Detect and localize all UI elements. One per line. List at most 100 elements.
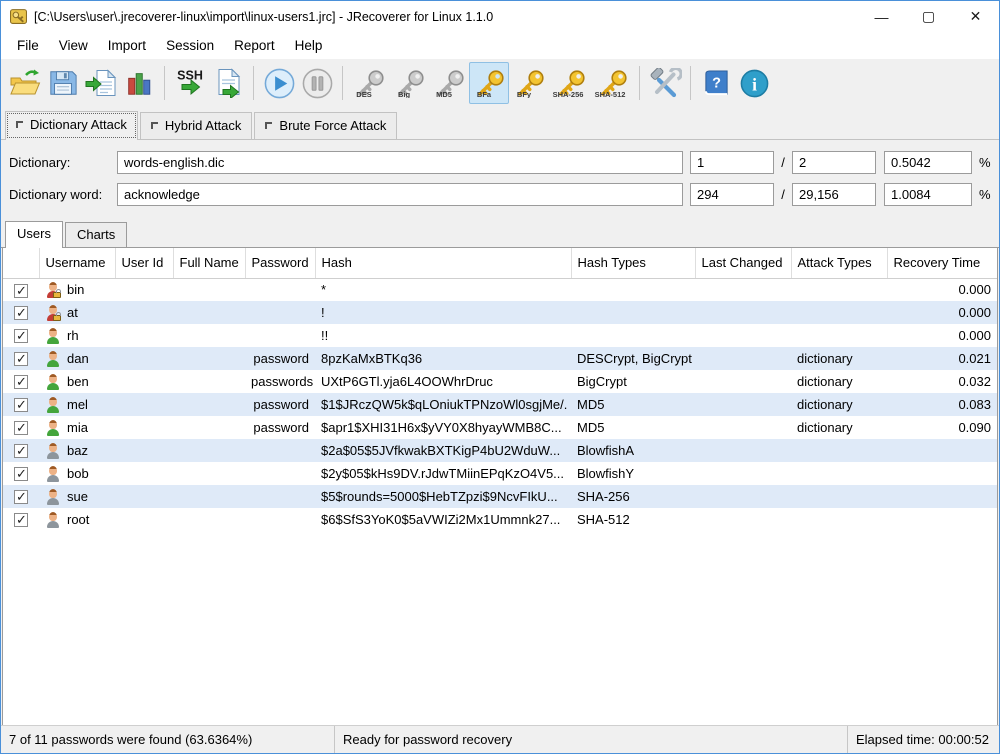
table-row[interactable]: mia password $apr1$XHI31H6x$yVY0X8hyayWM… xyxy=(3,416,997,439)
column-user-id[interactable]: User Id xyxy=(115,248,173,278)
tab-dictionary-attack[interactable]: Dictionary Attack xyxy=(5,111,138,140)
dictionary-total-field[interactable]: 2 xyxy=(792,151,876,174)
pause-recovery-button[interactable] xyxy=(298,62,336,104)
recovery-time: 0.000 xyxy=(887,324,997,347)
table-row[interactable]: bin * 0.000 xyxy=(3,278,997,301)
hash-key-big-button[interactable]: Big xyxy=(389,62,429,104)
maximize-button[interactable]: ▢ xyxy=(905,1,952,32)
dictionary-current-field[interactable]: 1 xyxy=(690,151,774,174)
word-total-field[interactable]: 29,156 xyxy=(792,183,876,206)
row-checkbox[interactable] xyxy=(14,352,28,366)
help-button[interactable]: ? xyxy=(697,62,735,104)
hash-key-md5-button[interactable]: MD5 xyxy=(429,62,469,104)
row-checkbox[interactable] xyxy=(14,421,28,435)
save-session-button[interactable] xyxy=(44,62,82,104)
table-row[interactable]: dan password 8pzKaMxBTKq36 DESCrypt, Big… xyxy=(3,347,997,370)
row-checkbox[interactable] xyxy=(14,375,28,389)
table-row[interactable]: at ! 0.000 xyxy=(3,301,997,324)
table-row[interactable]: mel password $1$JRczQW5k$qLOniukTPNzoWl0… xyxy=(3,393,997,416)
username: baz xyxy=(67,443,88,458)
tab-charts[interactable]: Charts xyxy=(65,222,127,247)
about-button[interactable]: i xyxy=(735,62,773,104)
play-icon xyxy=(263,67,296,100)
row-checkbox[interactable] xyxy=(14,467,28,481)
dictionary-word-field[interactable]: acknowledge xyxy=(117,183,683,206)
word-current-field[interactable]: 294 xyxy=(690,183,774,206)
column-password[interactable]: Password xyxy=(245,248,315,278)
row-checkbox[interactable] xyxy=(14,444,28,458)
tab-checkbox-icon[interactable] xyxy=(151,122,158,129)
table-row[interactable]: sue $5$rounds=5000$HebTZpzi$9NcvFIkU... … xyxy=(3,485,997,508)
info-icon: i xyxy=(739,68,770,99)
toolbar-separator xyxy=(253,66,254,100)
row-checkbox[interactable] xyxy=(14,284,28,298)
window-title: [C:\Users\user\.jrecoverer-linux\import\… xyxy=(34,10,493,24)
app-icon xyxy=(10,8,27,25)
row-checkbox[interactable] xyxy=(14,306,28,320)
open-session-button[interactable] xyxy=(6,62,44,104)
tab-users[interactable]: Users xyxy=(5,221,63,248)
options-button[interactable] xyxy=(646,62,684,104)
hash-key-sha256-button[interactable]: SHA-256 xyxy=(549,62,591,104)
table-row[interactable]: bob $2y$05$kHs9DV.rJdwTMiinEPqKzO4V5... … xyxy=(3,462,997,485)
last-changed xyxy=(695,462,791,485)
user-id xyxy=(115,439,173,462)
attack-types: dictionary xyxy=(791,347,887,370)
hash-key-sha512-button[interactable]: SHA-512 xyxy=(591,62,633,104)
row-checkbox[interactable] xyxy=(14,329,28,343)
start-recovery-button[interactable] xyxy=(260,62,298,104)
tab-label: Hybrid Attack xyxy=(165,118,242,133)
table-row[interactable]: baz $2a$05$5JVfkwakBXTKigP4bU2WduW... Bl… xyxy=(3,439,997,462)
close-button[interactable]: ✕ xyxy=(952,1,999,32)
user-id xyxy=(115,393,173,416)
row-checkbox[interactable] xyxy=(14,513,28,527)
tab-checkbox-icon[interactable] xyxy=(265,122,272,129)
import-file-button[interactable] xyxy=(82,62,120,104)
menu-view[interactable]: View xyxy=(49,33,98,58)
user-status-icon xyxy=(45,282,61,298)
users-table-container: Username User Id Full Name Password Hash… xyxy=(2,248,998,725)
menu-import[interactable]: Import xyxy=(98,33,156,58)
pause-icon xyxy=(301,67,334,100)
row-checkbox[interactable] xyxy=(14,490,28,504)
full-name xyxy=(173,324,245,347)
dictionary-file-field[interactable]: words-english.dic xyxy=(117,151,683,174)
column-attack-types[interactable]: Attack Types xyxy=(791,248,887,278)
column-hash-types[interactable]: Hash Types xyxy=(571,248,695,278)
full-name xyxy=(173,393,245,416)
attack-types xyxy=(791,324,887,347)
full-name xyxy=(173,278,245,301)
column-last-changed[interactable]: Last Changed xyxy=(695,248,791,278)
minimize-button[interactable]: — xyxy=(858,1,905,32)
recovery-time xyxy=(887,462,997,485)
table-row[interactable]: ben passwords UXtP6GTl.yja6L4OOWhrDruc B… xyxy=(3,370,997,393)
ssh-import-button[interactable]: SSH xyxy=(171,62,209,104)
menu-session[interactable]: Session xyxy=(156,33,224,58)
row-checkbox[interactable] xyxy=(14,398,28,412)
charts-button[interactable] xyxy=(120,62,158,104)
table-row[interactable]: rh !! 0.000 xyxy=(3,324,997,347)
attack-types: dictionary xyxy=(791,416,887,439)
hash-key-bfy-button[interactable]: BFy xyxy=(509,62,549,104)
word-percent-field[interactable]: 1.0084 xyxy=(884,183,972,206)
tab-brute-force-attack[interactable]: Brute Force Attack xyxy=(254,112,397,139)
hash-types: SHA-256 xyxy=(571,485,695,508)
export-report-button[interactable] xyxy=(209,62,247,104)
menu-help[interactable]: Help xyxy=(285,33,333,58)
tab-hybrid-attack[interactable]: Hybrid Attack xyxy=(140,112,253,139)
password: password xyxy=(245,416,315,439)
hash-key-des-button[interactable]: DES xyxy=(349,62,389,104)
column-full-name[interactable]: Full Name xyxy=(173,248,245,278)
column-username[interactable]: Username xyxy=(39,248,115,278)
menu-report[interactable]: Report xyxy=(224,33,285,58)
tab-checkbox-icon[interactable] xyxy=(16,121,23,128)
recovery-time: 0.032 xyxy=(887,370,997,393)
column-hash[interactable]: Hash xyxy=(315,248,571,278)
dictionary-percent-field[interactable]: 0.5042 xyxy=(884,151,972,174)
menu-file[interactable]: File xyxy=(7,33,49,58)
table-row[interactable]: root $6$SfS3YoK0$5aVWIZi2Mx1Ummnk27... S… xyxy=(3,508,997,531)
users-table: Username User Id Full Name Password Hash… xyxy=(3,248,997,531)
column-recovery-time[interactable]: Recovery Time xyxy=(887,248,997,278)
hash-key-bfa-button[interactable]: BFa xyxy=(469,62,509,104)
column-checkbox[interactable] xyxy=(3,248,39,278)
